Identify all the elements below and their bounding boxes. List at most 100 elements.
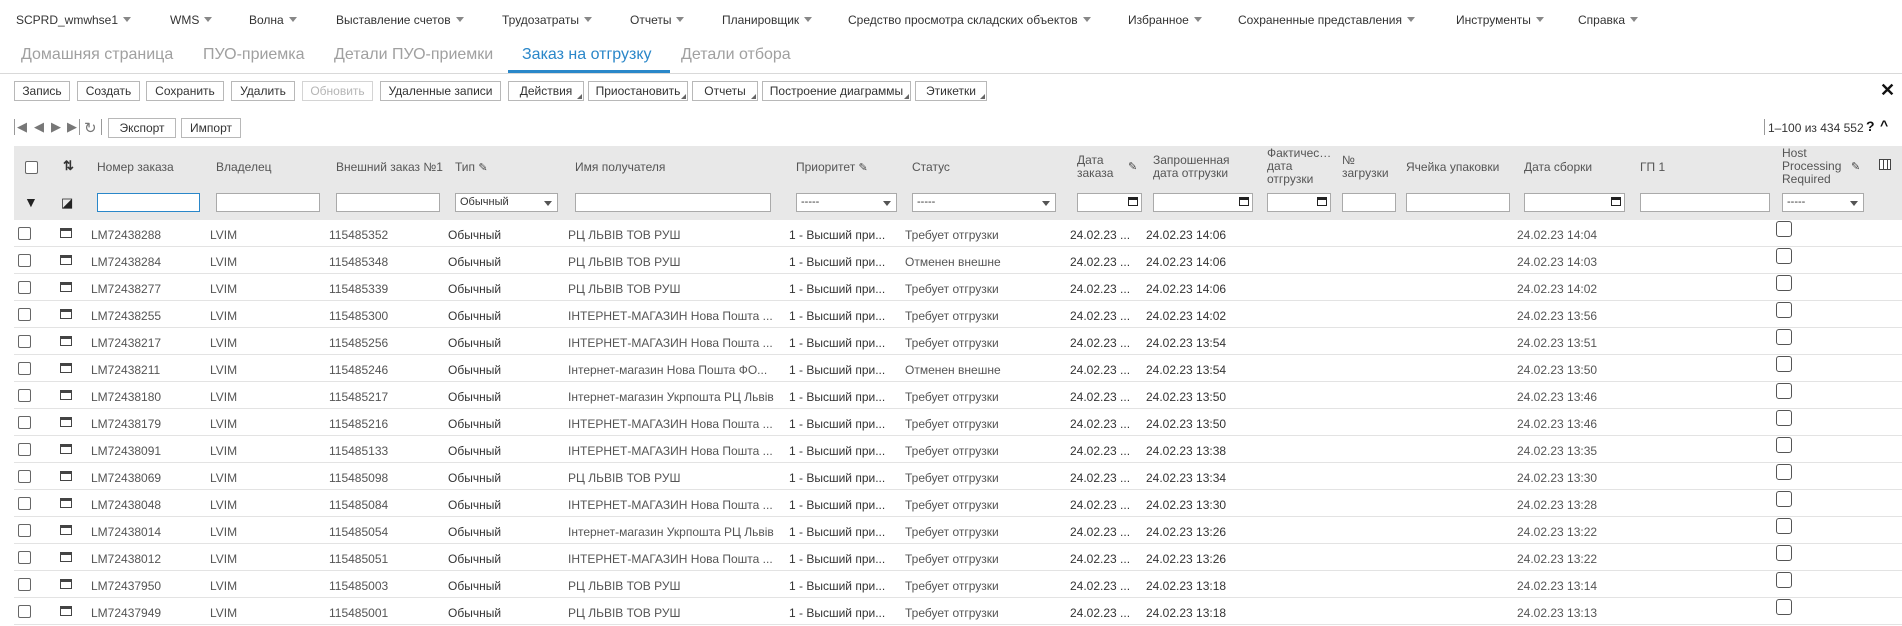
filter-order-date[interactable]	[1077, 193, 1142, 212]
col-ext-order[interactable]: Внешний заказ №1	[336, 161, 443, 174]
host-processing-checkbox[interactable]	[1776, 410, 1792, 426]
host-processing-checkbox[interactable]	[1776, 518, 1792, 534]
row-checkbox[interactable]	[18, 497, 31, 510]
tab-pick-details[interactable]: Детали отбора	[681, 46, 791, 64]
host-processing-checkbox[interactable]	[1776, 302, 1792, 318]
table-row[interactable]: LM72438284 LVIM 115485348 Обычный РЦ ЛЬВІВ Т…	[14, 247, 1902, 274]
host-processing-checkbox[interactable]	[1776, 545, 1792, 561]
record-icon[interactable]	[60, 498, 72, 508]
table-row[interactable]: LM72437950 LVIM 115485003 Обычный РЦ ЛЬВІВ Т…	[14, 571, 1902, 598]
host-processing-checkbox[interactable]	[1776, 572, 1792, 588]
row-checkbox[interactable]	[18, 227, 31, 240]
record-icon[interactable]	[60, 417, 72, 427]
menu-favorites[interactable]: Избранное	[1128, 13, 1202, 27]
table-row[interactable]: LM72438091 LVIM 115485133 Обычный ІНТЕРНЕТ-М…	[14, 436, 1902, 463]
filter-priority-select[interactable]: -----	[796, 193, 897, 212]
col-type[interactable]: Тип ✎	[455, 161, 488, 175]
menu-billing[interactable]: Выставление счетов	[336, 13, 464, 27]
host-processing-checkbox[interactable]	[1776, 599, 1792, 615]
filter-owner[interactable]	[216, 193, 320, 212]
row-checkbox[interactable]	[18, 524, 31, 537]
cell-order-no[interactable]: LM72438012	[91, 552, 201, 566]
col-pick-date[interactable]: Дата сборки	[1524, 161, 1592, 174]
deleted-records-button[interactable]: Удаленные записи	[380, 81, 501, 101]
host-processing-checkbox[interactable]	[1776, 383, 1792, 399]
calendar-icon[interactable]	[1317, 197, 1327, 206]
table-row[interactable]: LM72438277 LVIM 115485339 Обычный РЦ ЛЬВІВ Т…	[14, 274, 1902, 301]
cell-order-no[interactable]: LM72437949	[91, 606, 201, 620]
tab-shipment-order[interactable]: Заказ на отгрузку	[522, 46, 652, 64]
record-icon[interactable]	[60, 363, 72, 373]
table-row[interactable]: LM72438069 LVIM 115485098 Обычный РЦ ЛЬВІВ Т…	[14, 463, 1902, 490]
reload-icon[interactable]: ↻	[84, 119, 97, 137]
row-checkbox[interactable]	[18, 605, 31, 618]
filter-load-no[interactable]	[1342, 193, 1396, 212]
filter-order-no[interactable]	[97, 193, 200, 212]
filter-icon[interactable]: ▼	[24, 194, 38, 210]
menu-help[interactable]: Справка	[1578, 13, 1639, 27]
row-checkbox[interactable]	[18, 254, 31, 267]
record-icon[interactable]	[60, 255, 72, 265]
cell-order-no[interactable]: LM72438277	[91, 282, 201, 296]
record-icon[interactable]	[60, 282, 72, 292]
table-row[interactable]: LM72438217 LVIM 115485256 Обычный ІНТЕРНЕТ-М…	[14, 328, 1902, 355]
cell-order-no[interactable]: LM72438179	[91, 417, 201, 431]
table-row[interactable]: LM72438012 LVIM 115485051 Обычный ІНТЕРНЕТ-М…	[14, 544, 1902, 571]
delete-button[interactable]: Удалить	[231, 81, 295, 101]
table-row[interactable]: LM72438048 LVIM 115485084 Обычный ІНТЕРНЕТ-М…	[14, 490, 1902, 517]
export-button[interactable]: Экспорт	[108, 118, 176, 138]
row-checkbox[interactable]	[18, 362, 31, 375]
table-row[interactable]: LM72438179 LVIM 115485216 Обычный ІНТЕРНЕТ-М…	[14, 409, 1902, 436]
host-processing-checkbox[interactable]	[1776, 464, 1792, 480]
tab-asn-receipt-details[interactable]: Детали ПУО-приемки	[334, 46, 493, 64]
charting-button[interactable]: Построение диаграммы	[762, 81, 911, 101]
cell-order-no[interactable]: LM72438180	[91, 390, 201, 404]
cell-order-no[interactable]: LM72438091	[91, 444, 201, 458]
calendar-icon[interactable]	[1128, 197, 1138, 206]
refresh-button[interactable]: Обновить	[302, 81, 373, 101]
menu-wms[interactable]: WMS	[170, 13, 213, 27]
cell-order-no[interactable]: LM72438288	[91, 228, 201, 242]
table-row[interactable]: LM72438014 LVIM 115485054 Обычный Інтернет-м…	[14, 517, 1902, 544]
table-row[interactable]: LM72438255 LVIM 115485300 Обычный ІНТЕРНЕТ-М…	[14, 301, 1902, 328]
reports-button[interactable]: Отчеты	[692, 81, 758, 101]
actions-button[interactable]: Действия	[508, 81, 584, 101]
col-priority[interactable]: Приоритет ✎	[796, 161, 868, 175]
filter-gp1[interactable]	[1640, 193, 1770, 212]
record-icon[interactable]	[60, 309, 72, 319]
host-processing-checkbox[interactable]	[1776, 221, 1792, 237]
row-checkbox[interactable]	[18, 335, 31, 348]
filter-requested-ship-date[interactable]	[1153, 193, 1253, 212]
filter-type-select[interactable]: Обычный	[455, 193, 558, 212]
row-checkbox[interactable]	[18, 416, 31, 429]
host-processing-checkbox[interactable]	[1776, 437, 1792, 453]
filter-recipient[interactable]	[575, 193, 771, 212]
save-button[interactable]: Сохранить	[146, 81, 224, 101]
calendar-icon[interactable]	[1611, 197, 1621, 206]
filter-host-processing-select[interactable]: -----	[1782, 193, 1864, 212]
create-button[interactable]: Создать	[77, 81, 140, 101]
col-requested-ship-date[interactable]: Запрошенная дата отгрузки	[1153, 154, 1230, 180]
host-processing-checkbox[interactable]	[1776, 275, 1792, 291]
host-processing-checkbox[interactable]	[1776, 356, 1792, 372]
col-recipient[interactable]: Имя получателя	[575, 161, 665, 174]
row-checkbox[interactable]	[18, 389, 31, 402]
record-icon[interactable]	[60, 471, 72, 481]
col-gp1[interactable]: ГП 1	[1640, 161, 1665, 174]
collapse-icon[interactable]: ^	[1880, 117, 1888, 133]
table-row[interactable]: LM72438211 LVIM 115485246 Обычный Інтернет-м…	[14, 355, 1902, 382]
tab-asn-receipt[interactable]: ПУО-приемка	[203, 46, 305, 64]
col-pack-cell[interactable]: Ячейка упаковки	[1406, 161, 1499, 174]
record-icon[interactable]	[60, 579, 72, 589]
col-host-processing[interactable]: Host Processing Required	[1782, 147, 1841, 186]
record-button[interactable]: Запись	[14, 81, 70, 101]
row-checkbox[interactable]	[18, 470, 31, 483]
row-checkbox[interactable]	[18, 551, 31, 564]
close-icon[interactable]: ✕	[1880, 80, 1895, 101]
row-checkbox[interactable]	[18, 578, 31, 591]
col-owner[interactable]: Владелец	[216, 161, 272, 174]
column-chooser-icon[interactable]	[1879, 159, 1891, 170]
record-icon[interactable]	[60, 525, 72, 535]
last-page-icon[interactable]: ▶	[67, 119, 77, 135]
menu-warehouse-viewer[interactable]: Средство просмотра складских объектов	[848, 13, 1091, 27]
